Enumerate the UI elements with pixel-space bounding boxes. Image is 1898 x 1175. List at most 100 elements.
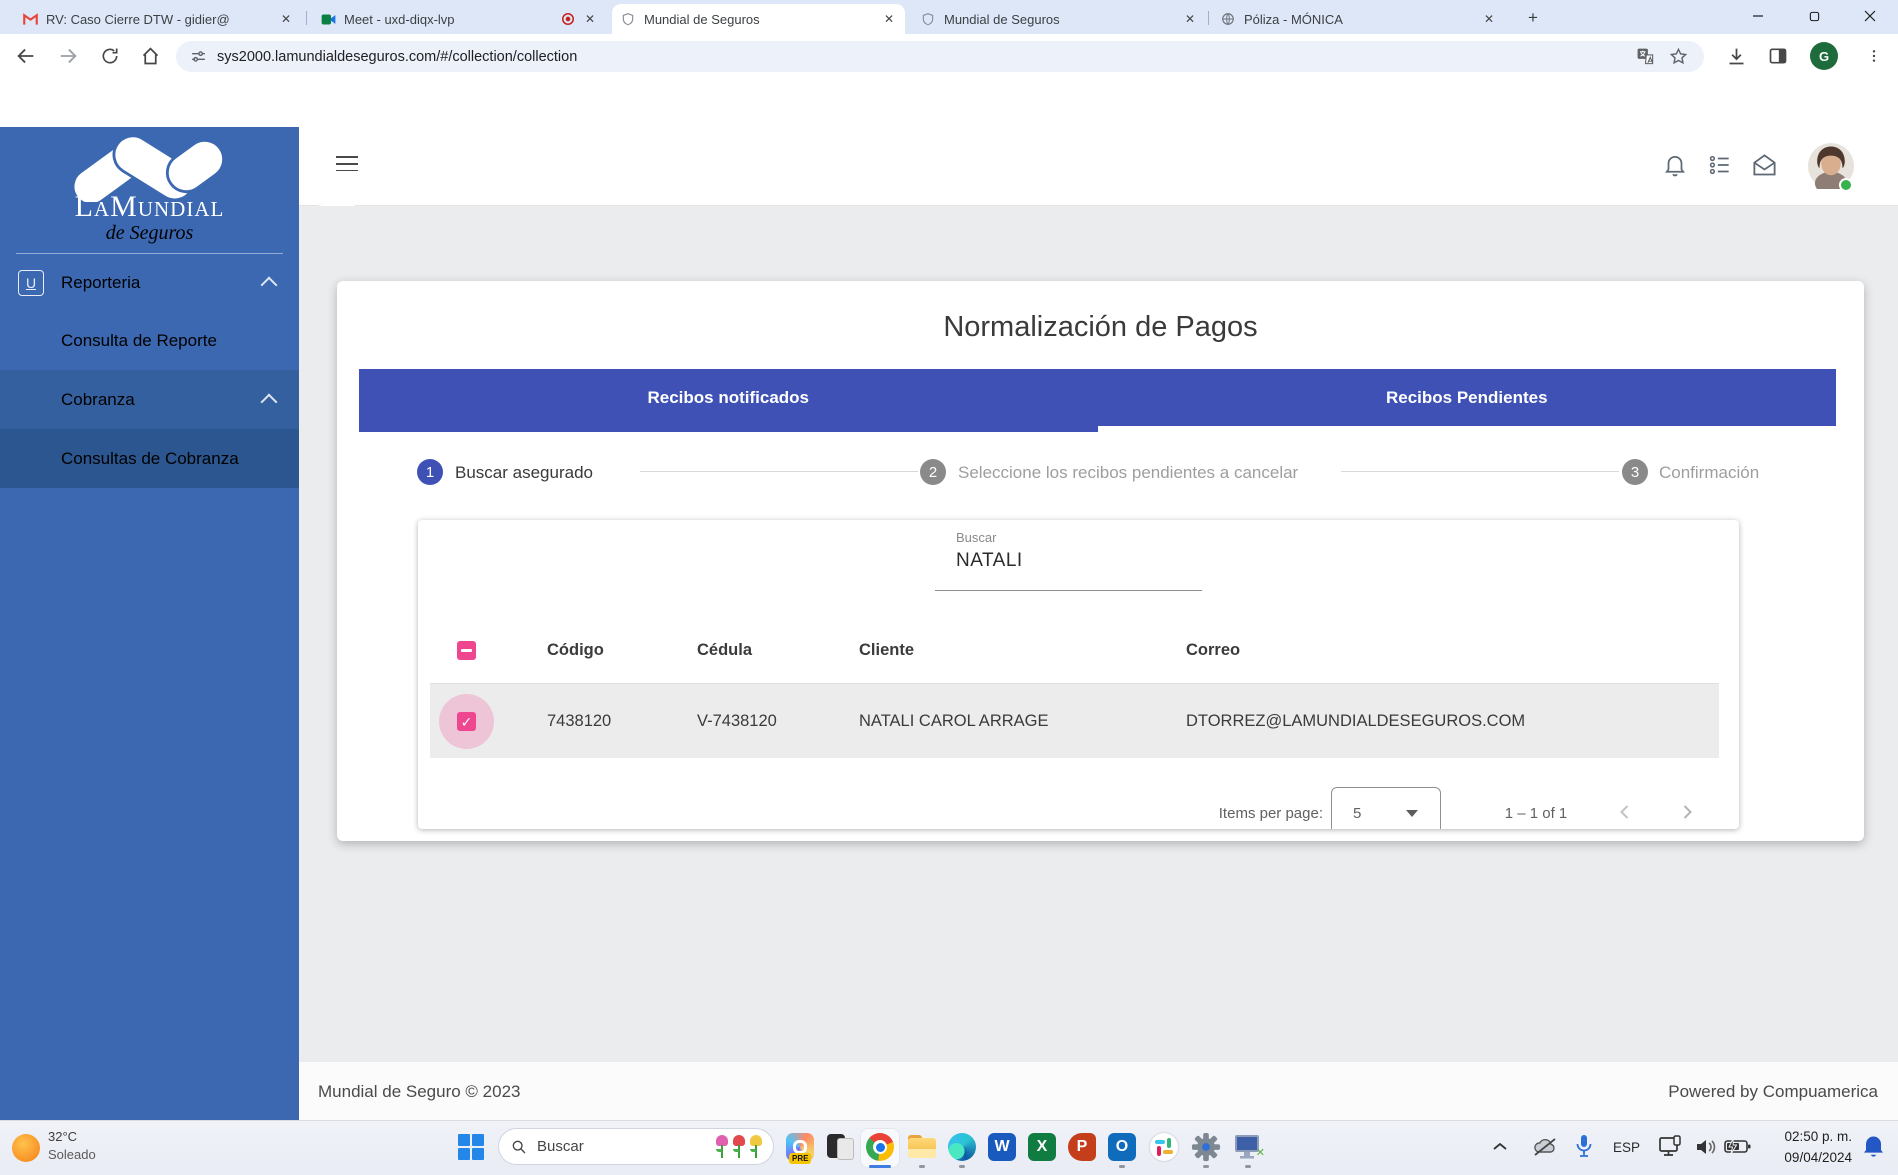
tab-title: Meet - uxd-diqx-lvp: [344, 12, 560, 27]
running-indicator-dot: [1203, 1165, 1209, 1168]
remote-desktop-icon[interactable]: ✕: [1228, 1126, 1268, 1168]
next-page-icon[interactable]: [1675, 800, 1699, 824]
tab-recibos-notificados[interactable]: Recibos notificados: [359, 369, 1098, 426]
shield-icon: [620, 11, 636, 27]
speaker-icon[interactable]: [1694, 1136, 1718, 1163]
page-size-value: 5: [1353, 805, 1361, 822]
new-tab-button[interactable]: +: [1528, 8, 1538, 28]
downloads-icon[interactable]: [1724, 44, 1748, 68]
tab-recibos-pendientes[interactable]: Recibos Pendientes: [1098, 369, 1837, 426]
chevron-up-icon: [261, 277, 278, 294]
browser-tab-gmail[interactable]: RV: Caso Cierre DTW - gidier@ ✕: [14, 4, 302, 34]
reporteria-icon: U: [18, 270, 44, 296]
table-row[interactable]: [430, 684, 1719, 758]
tab-close-icon[interactable]: ✕: [582, 11, 598, 27]
kebab-menu-icon[interactable]: [1862, 44, 1886, 68]
column-header-correo: Correo: [1186, 641, 1240, 660]
cast-display-icon[interactable]: [1658, 1135, 1683, 1164]
select-dropdown-arrow-icon[interactable]: [1406, 810, 1418, 817]
sidebar-item-reporteria[interactable]: U Reporteria: [0, 253, 299, 312]
sidebar-item-label: Consulta de Reporte: [61, 331, 217, 351]
select-all-checkbox[interactable]: [457, 641, 476, 660]
file-explorer-icon[interactable]: [902, 1126, 942, 1168]
user-avatar[interactable]: [1808, 143, 1854, 194]
sidebar-item-cobranza[interactable]: Cobranza: [0, 370, 299, 429]
browser-profile-avatar[interactable]: G: [1810, 42, 1838, 70]
taskbar-clock[interactable]: 02:50 p. m. 09/04/2024: [1752, 1127, 1852, 1169]
site-settings-icon[interactable]: [190, 48, 207, 65]
step-2-label: Seleccione los recibos pendientes a canc…: [958, 463, 1298, 483]
tab-close-icon[interactable]: ✕: [1481, 11, 1497, 27]
tab-separator: [1208, 11, 1209, 25]
tab-title: Póliza - MÓNICA: [1244, 12, 1475, 27]
tab-close-icon[interactable]: ✕: [278, 11, 294, 27]
mail-icon[interactable]: [1751, 152, 1777, 178]
sidebar-item-consulta-de-reporte[interactable]: Consulta de Reporte: [0, 311, 299, 370]
forward-icon[interactable]: [56, 44, 80, 68]
running-indicator-dot: [919, 1165, 925, 1168]
search-input[interactable]: NATALI: [956, 550, 1023, 572]
hamburger-menu-icon[interactable]: [336, 156, 358, 172]
url-text[interactable]: sys2000.lamundialdeseguros.com/#/collect…: [217, 49, 1636, 65]
tab-close-icon[interactable]: ✕: [1182, 11, 1198, 27]
step-2-circle[interactable]: 2: [920, 459, 946, 485]
sidebar-item-consultas-de-cobranza[interactable]: Consultas de Cobranza: [0, 429, 299, 488]
translate-icon[interactable]: [1636, 47, 1655, 66]
page-size-select[interactable]: [1331, 787, 1441, 829]
previous-page-icon[interactable]: [1613, 800, 1637, 824]
back-icon[interactable]: [14, 44, 38, 68]
onedrive-paused-icon[interactable]: [1532, 1136, 1558, 1163]
chevron-up-icon: [261, 394, 278, 411]
footer-copyright: Mundial de Seguro © 2023: [318, 1082, 521, 1102]
taskbar-search[interactable]: Buscar: [498, 1128, 774, 1165]
side-panel-icon[interactable]: [1766, 44, 1790, 68]
powerpoint-icon[interactable]: P: [1062, 1126, 1102, 1168]
slack-icon[interactable]: [1144, 1126, 1184, 1168]
globe-icon: [1220, 11, 1236, 27]
row-checkbox[interactable]: ✓: [457, 712, 476, 731]
browser-tab-active[interactable]: Mundial de Seguros ✕: [612, 4, 905, 34]
tab-close-icon[interactable]: ✕: [881, 11, 897, 27]
word-icon[interactable]: W: [982, 1126, 1022, 1168]
language-indicator[interactable]: ESP: [1613, 1140, 1640, 1155]
page-top-gap: [0, 76, 1898, 127]
tray-expand-icon[interactable]: [1492, 1140, 1508, 1159]
step-1-circle[interactable]: 1: [417, 459, 443, 485]
clock-time: 02:50 p. m.: [1752, 1127, 1852, 1148]
browser-tab-poliza[interactable]: Póliza - MÓNICA ✕: [1212, 4, 1505, 34]
excel-icon[interactable]: X: [1022, 1126, 1062, 1168]
outlook-icon[interactable]: O: [1102, 1126, 1142, 1168]
window-minimize-button[interactable]: [1730, 0, 1786, 32]
contrast-app-icon[interactable]: [820, 1126, 860, 1168]
reload-icon[interactable]: [98, 44, 122, 68]
edge-icon[interactable]: [942, 1126, 982, 1168]
sidebar-item-label: Cobranza: [61, 390, 135, 410]
start-button[interactable]: [458, 1134, 484, 1160]
window-close-button[interactable]: [1842, 0, 1898, 32]
search-results-card: Buscar NATALI Código Cédula Cliente Corr…: [418, 520, 1739, 829]
search-field-label: Buscar: [956, 530, 996, 545]
brand-wordmark: LaMundial: [0, 190, 299, 224]
microphone-icon[interactable]: [1575, 1134, 1593, 1164]
notifications-icon[interactable]: [1862, 1134, 1885, 1164]
screen: RV: Caso Cierre DTW - gidier@ ✕ Meet - u…: [0, 0, 1898, 1175]
step-3-circle[interactable]: 3: [1622, 459, 1648, 485]
settings-gear-icon[interactable]: [1186, 1126, 1226, 1168]
battery-icon[interactable]: [1724, 1138, 1751, 1160]
taskbar-search-placeholder: Buscar: [537, 1138, 715, 1155]
address-bar[interactable]: sys2000.lamundialdeseguros.com/#/collect…: [176, 41, 1704, 72]
task-list-icon[interactable]: [1707, 152, 1733, 178]
window-maximize-button[interactable]: [1786, 0, 1842, 32]
browser-tab-meet[interactable]: Meet - uxd-diqx-lvp ✕: [312, 4, 606, 34]
step-connector: [1341, 471, 1619, 472]
bookmark-star-icon[interactable]: [1669, 47, 1688, 66]
tulip-icon: [749, 1135, 763, 1159]
notifications-bell-icon[interactable]: [1662, 152, 1688, 178]
home-icon[interactable]: [138, 44, 162, 68]
browser-tab-mundial-2[interactable]: Mundial de Seguros ✕: [912, 4, 1206, 34]
copilot-icon[interactable]: PRE: [780, 1126, 820, 1168]
sidebar-item-label: Reporteria: [61, 273, 140, 293]
meet-icon: [320, 11, 336, 27]
tulip-icon: [732, 1135, 746, 1159]
chrome-icon[interactable]: [860, 1126, 900, 1168]
